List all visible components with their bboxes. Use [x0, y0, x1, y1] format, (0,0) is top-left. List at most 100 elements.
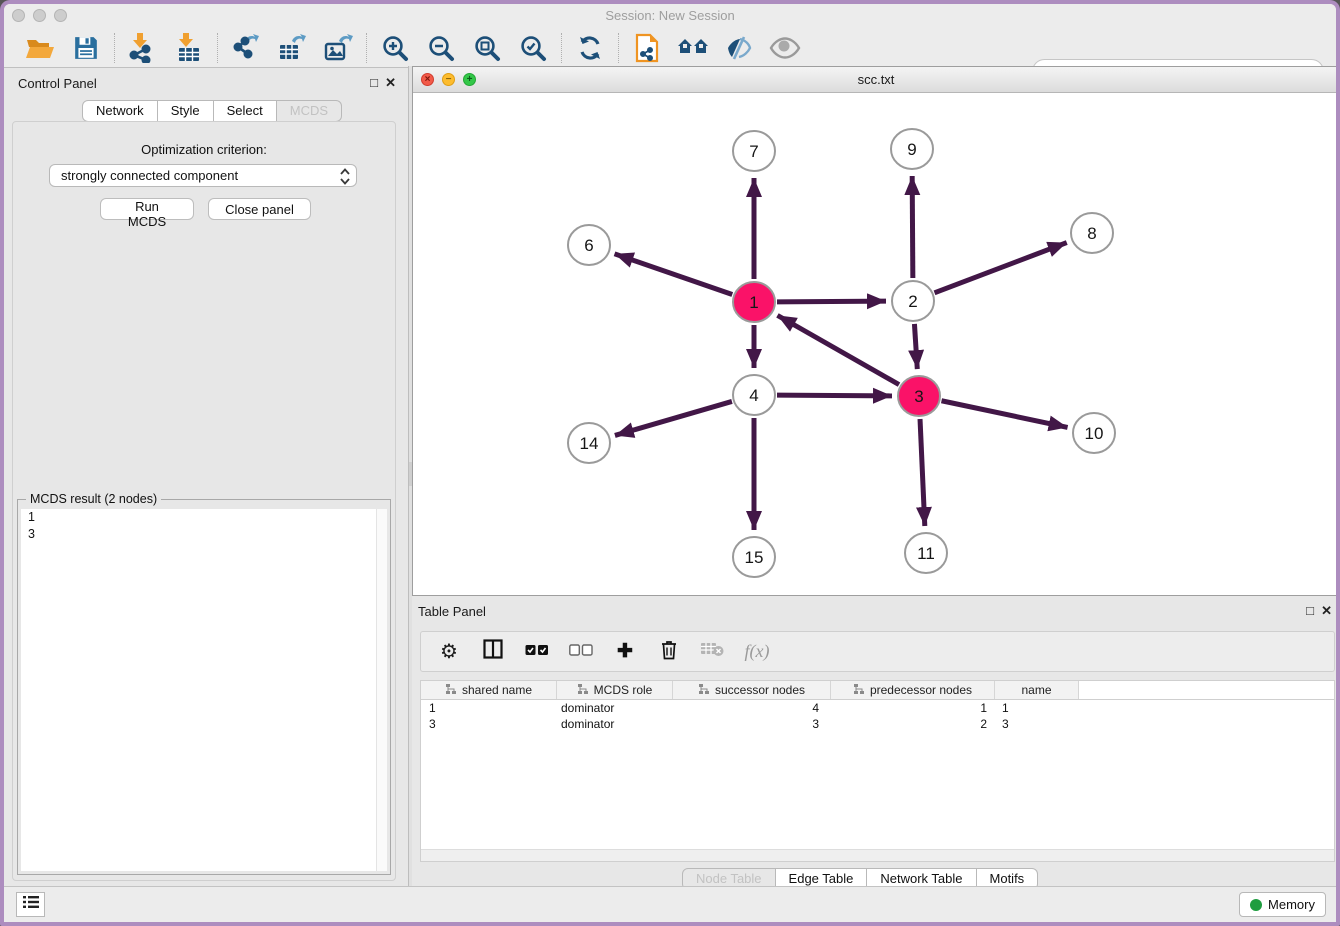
- mcds-result-textarea[interactable]: 1 3: [21, 509, 387, 871]
- table-cell[interactable]: 1: [421, 700, 557, 716]
- column-pane-icon: [483, 639, 503, 664]
- run-mcds-button[interactable]: Run MCDS: [100, 198, 194, 220]
- column-header-name[interactable]: name: [995, 681, 1079, 699]
- network-window-titlebar: × − + scc.txt: [413, 67, 1339, 93]
- table-cell[interactable]: 3: [421, 716, 557, 732]
- save-session-button[interactable]: [70, 32, 102, 64]
- zoom-in-button[interactable]: [379, 32, 411, 64]
- import-network-button[interactable]: [127, 32, 159, 64]
- table-cell[interactable]: 3: [673, 716, 831, 732]
- export-network-button[interactable]: [230, 32, 262, 64]
- edge-4-14[interactable]: [615, 401, 732, 435]
- window-titlebar: Session: New Session: [4, 4, 1336, 28]
- float-panel-icon[interactable]: □: [370, 75, 378, 90]
- node-1[interactable]: 1: [733, 282, 775, 322]
- eye-icon: [769, 37, 801, 59]
- table-settings-button[interactable]: ⚙: [437, 639, 461, 665]
- open-folder-icon: [25, 36, 55, 60]
- double-home-icon: [677, 35, 709, 61]
- import-table-button[interactable]: [173, 32, 205, 64]
- node-10[interactable]: 10: [1073, 413, 1115, 453]
- table-cell[interactable]: dominator: [557, 716, 673, 732]
- column-header-mcds-role[interactable]: MCDS role: [557, 681, 673, 699]
- zoom-fit-button[interactable]: [471, 32, 503, 64]
- table-cell[interactable]: 3: [995, 716, 1079, 732]
- zoom-out-button[interactable]: [425, 32, 457, 64]
- hide-details-icon: [724, 35, 754, 61]
- tab-select[interactable]: Select: [214, 100, 277, 122]
- result-scrollbar[interactable]: [376, 509, 387, 871]
- delete-table-button[interactable]: [701, 639, 725, 665]
- node-4[interactable]: 4: [733, 375, 775, 415]
- edge-2-9[interactable]: [912, 176, 913, 278]
- hide-graphics-details-button[interactable]: [723, 32, 755, 64]
- select-all-columns-button[interactable]: [525, 639, 549, 665]
- new-network-view-button[interactable]: [631, 32, 663, 64]
- table-row[interactable]: 1dominator411: [421, 700, 1334, 716]
- zoom-selected-button[interactable]: [517, 32, 549, 64]
- main-toolbar: [4, 28, 1336, 68]
- node-label: 11: [917, 544, 935, 563]
- table-cell[interactable]: dominator: [557, 700, 673, 716]
- node-9[interactable]: 9: [891, 129, 933, 169]
- selected-criterion: strongly connected component: [61, 168, 238, 183]
- edge-1-2[interactable]: [777, 301, 886, 302]
- float-table-panel-icon[interactable]: □: [1306, 603, 1314, 618]
- close-panel-button[interactable]: Close panel: [208, 198, 311, 220]
- node-14[interactable]: 14: [568, 423, 610, 463]
- table-horizontal-scrollbar[interactable]: [421, 849, 1334, 861]
- export-table-button[interactable]: [276, 32, 308, 64]
- open-session-button[interactable]: [24, 32, 56, 64]
- unselect-all-columns-button[interactable]: [569, 639, 593, 665]
- node-15[interactable]: 15: [733, 537, 775, 577]
- node-label: 1: [749, 293, 758, 312]
- column-header-predecessor-nodes[interactable]: predecessor nodes: [831, 681, 995, 699]
- optimization-criterion-label: Optimization criterion:: [13, 142, 395, 157]
- zoom-in-icon: [381, 34, 409, 62]
- delete-column-button[interactable]: [657, 639, 681, 665]
- show-columns-button[interactable]: [481, 639, 505, 665]
- edge-4-3[interactable]: [777, 395, 892, 396]
- refresh-icon: [576, 34, 604, 62]
- tab-style[interactable]: Style: [158, 100, 214, 122]
- edge-3-10[interactable]: [942, 401, 1068, 428]
- edge-1-6[interactable]: [615, 254, 733, 295]
- control-panel-tabs: Network Style Select MCDS: [82, 100, 342, 122]
- table-cell[interactable]: 4: [673, 700, 831, 716]
- task-history-button[interactable]: [16, 892, 45, 917]
- tab-mcds[interactable]: MCDS: [277, 100, 342, 122]
- column-header-shared-name[interactable]: shared name: [421, 681, 557, 699]
- node-6[interactable]: 6: [568, 225, 610, 265]
- table-cell[interactable]: 2: [831, 716, 995, 732]
- network-canvas[interactable]: 7 9 6 8 1 2 4 3 14 10 15 11: [413, 93, 1339, 595]
- show-all-networks-button[interactable]: [677, 32, 709, 64]
- edge-2-8[interactable]: [935, 243, 1067, 293]
- create-column-button[interactable]: ✚: [613, 639, 637, 665]
- node-8[interactable]: 8: [1071, 213, 1113, 253]
- close-panel-icon[interactable]: ✕: [385, 75, 396, 91]
- memory-label: Memory: [1268, 897, 1315, 912]
- edge-2-3[interactable]: [914, 324, 917, 369]
- tab-network[interactable]: Network: [82, 100, 158, 122]
- edge-3-1[interactable]: [777, 315, 899, 384]
- node-11[interactable]: 11: [905, 533, 947, 573]
- node-7[interactable]: 7: [733, 131, 775, 171]
- node-label: 10: [1085, 424, 1104, 443]
- gear-icon: ⚙: [440, 639, 458, 664]
- edge-3-11[interactable]: [920, 419, 925, 526]
- memory-button[interactable]: Memory: [1239, 892, 1326, 917]
- table-cell[interactable]: 1: [995, 700, 1079, 716]
- optimization-criterion-select[interactable]: strongly connected component: [49, 164, 357, 187]
- refresh-view-button[interactable]: [574, 32, 606, 64]
- node-3[interactable]: 3: [898, 376, 940, 416]
- birdseye-view-button[interactable]: [769, 32, 801, 64]
- export-image-button[interactable]: [322, 32, 354, 64]
- column-header-successor-nodes[interactable]: successor nodes: [673, 681, 831, 699]
- node-2[interactable]: 2: [892, 281, 934, 321]
- table-cell[interactable]: 1: [831, 700, 995, 716]
- close-table-panel-icon[interactable]: ✕: [1321, 603, 1332, 619]
- save-floppy-icon: [73, 35, 99, 61]
- window-title: Session: New Session: [4, 8, 1336, 23]
- function-builder-button[interactable]: f(x): [745, 639, 769, 665]
- table-row[interactable]: 3dominator323: [421, 716, 1334, 732]
